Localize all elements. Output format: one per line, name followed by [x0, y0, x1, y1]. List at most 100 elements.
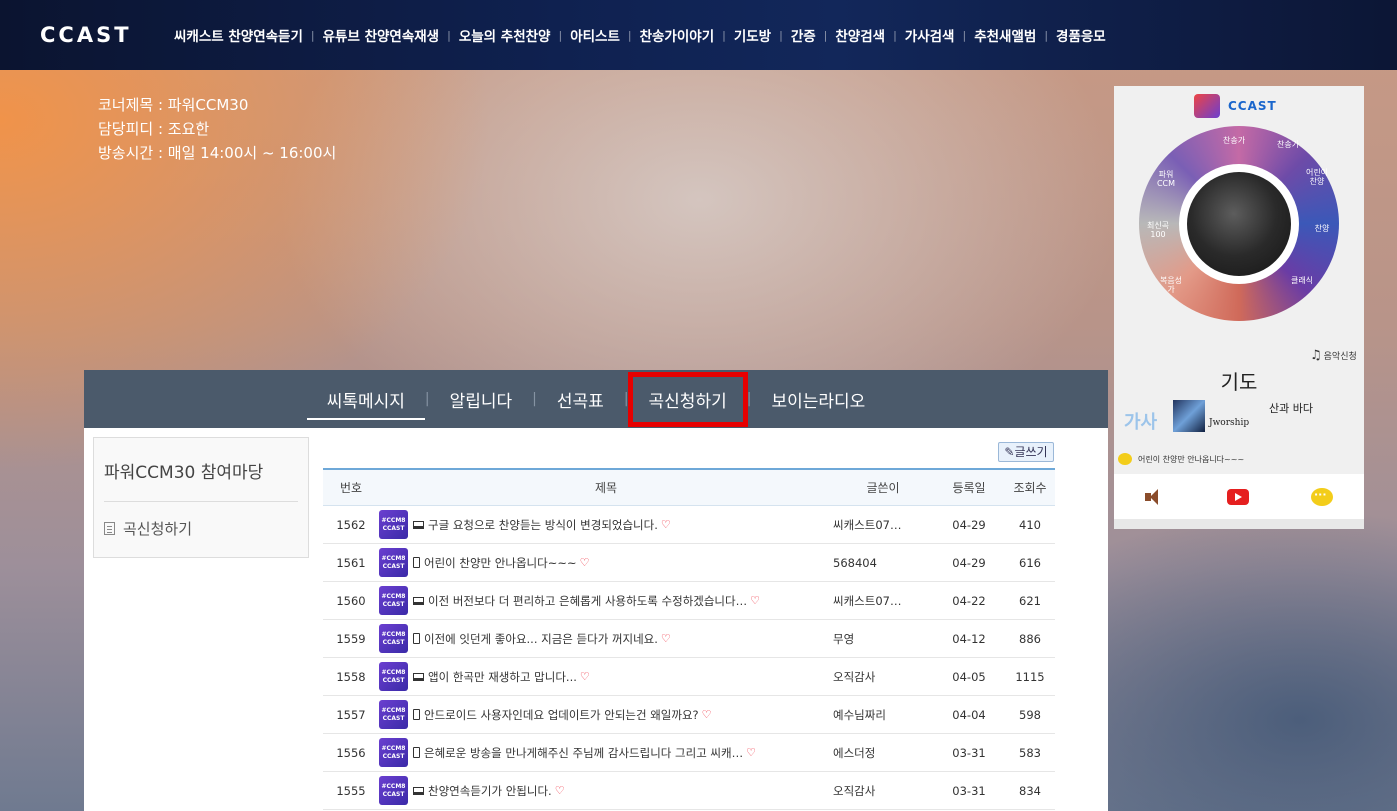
row-title-cell[interactable]: #CCM8 CCAST 어린이 찬양만 안나옵니다~~~ ♡	[379, 548, 833, 577]
nav-separator: |	[1044, 28, 1049, 42]
heart-icon: ♡	[746, 746, 756, 759]
app-icon	[1194, 94, 1220, 118]
row-title-cell[interactable]: #CCM8 CCAST 은혜로운 방송을 만나게해주신 주님께 감사드립니다 그리고…	[379, 738, 833, 767]
header-title: 제목	[594, 481, 618, 495]
youtube-icon[interactable]	[1227, 488, 1249, 505]
thumb-text: #CCM8	[381, 744, 406, 752]
table-row[interactable]: 1559 #CCM8 CCAST 이전에 잇던게 좋아요... 지금은 듣다가 꺼지네…	[323, 620, 1055, 658]
heart-icon: ♡	[750, 594, 760, 607]
table-row[interactable]: 1558 #CCM8 CCAST 앱이 한곡만 재생하고 맙니다... ♡ 오직감사 04-…	[323, 658, 1055, 696]
sidebar-item-song-request[interactable]: 곡신청하기	[104, 518, 298, 539]
board-table: 번호 제목 글쓴이 등록일 조회수 1562 #CCM8 CCAST 구글 요청으로 …	[323, 468, 1055, 810]
table-row[interactable]: 1555 #CCM8 CCAST 찬양연속듣기가 안됩니다. ♡ 오직감사 03-31 834	[323, 772, 1055, 810]
thumb-text: CCAST	[382, 714, 405, 722]
music-note-icon: ♫	[1310, 348, 1322, 363]
nav-item-today-recommend[interactable]: 오늘의 추천찬양	[459, 25, 551, 45]
artist-name: 산과 바다	[1269, 402, 1313, 415]
write-button[interactable]: ✎글쓰기	[998, 442, 1054, 462]
wheel-label[interactable]: 찬송가	[1223, 136, 1245, 145]
channel-wheel[interactable]: 찬송가 찬송가 어린이찬양 최신곡100 파워CCM 찬양 복음성가 클래식	[1139, 126, 1339, 321]
now-playing-disc[interactable]	[1179, 164, 1299, 284]
row-views: 834	[1019, 783, 1041, 798]
nav-item-song-search[interactable]: 찬양검색	[835, 25, 885, 45]
wheel-label[interactable]: 최신곡100	[1145, 221, 1171, 239]
nav-item-continuous-listen[interactable]: 씨캐스트 찬양연속듣기	[174, 25, 303, 45]
ccast-thumb-icon: #CCM8 CCAST	[379, 624, 408, 653]
tab-song-request[interactable]: 곡신청하기	[627, 371, 748, 427]
nav-item-youtube[interactable]: 유튜브 찬양연속재생	[323, 25, 439, 45]
row-title[interactable]: 앱이 한곡만 재생하고 맙니다...	[428, 669, 577, 685]
nav-item-testimony[interactable]: 간증	[791, 25, 816, 45]
row-title[interactable]: 안드로이드 사용자인데요 업데이트가 안되는건 왜일까요?	[424, 707, 699, 723]
lyrics-button[interactable]: 가사	[1124, 408, 1157, 434]
row-title[interactable]: 이전에 잇던게 좋아요... 지금은 듣다가 꺼지네요.	[424, 631, 658, 647]
player-logo-text: CCAST	[1228, 99, 1277, 113]
thumb-text: CCAST	[382, 676, 405, 684]
tab-separator: |	[623, 391, 629, 407]
table-row[interactable]: 1562 #CCM8 CCAST 구글 요청으로 찬양듣는 방식이 변경되었습니다. ♡…	[323, 506, 1055, 544]
row-no: 1562	[336, 517, 366, 532]
tab-playlist[interactable]: 선곡표	[537, 387, 624, 412]
header-views: 조회수	[1013, 481, 1047, 495]
table-row[interactable]: 1556 #CCM8 CCAST 은혜로운 방송을 만나게해주신 주님께 감사드립니다…	[323, 734, 1055, 772]
row-title-cell[interactable]: #CCM8 CCAST 이전에 잇던게 좋아요... 지금은 듣다가 꺼지네요. ♡	[379, 624, 833, 653]
corner-pd: 담당피디 : 조요한	[98, 120, 210, 138]
heart-icon: ♡	[660, 518, 671, 531]
mobile-icon	[413, 557, 420, 568]
thumb-text: CCAST	[382, 600, 405, 608]
mobile-icon	[413, 709, 420, 720]
row-title-cell[interactable]: #CCM8 CCAST 앱이 한곡만 재생하고 맙니다... ♡	[379, 662, 833, 691]
table-row[interactable]: 1557 #CCM8 CCAST 안드로이드 사용자인데요 업데이트가 안되는건 왜일…	[323, 696, 1055, 734]
wheel-label[interactable]: 찬송가	[1277, 140, 1299, 149]
wheel-label[interactable]: 찬양	[1309, 224, 1335, 233]
row-views: 886	[1019, 631, 1041, 646]
nav-item-new-album[interactable]: 추천새앨범	[974, 25, 1036, 45]
row-title-cell[interactable]: #CCM8 CCAST 찬양연속듣기가 안됩니다. ♡	[379, 776, 833, 805]
chat-bubble-icon	[1118, 453, 1132, 465]
site-logo[interactable]: CCAST	[40, 23, 162, 47]
tab-notice[interactable]: 알립니다	[430, 387, 533, 412]
row-date: 04-12	[952, 631, 986, 646]
row-writer: 씨캐스트07…	[833, 517, 902, 532]
table-row[interactable]: 1561 #CCM8 CCAST 어린이 찬양만 안나옵니다~~~ ♡ 568404 04-…	[323, 544, 1055, 582]
row-writer: 에스더정	[833, 745, 876, 760]
nav-item-lyrics-search[interactable]: 가사검색	[905, 25, 955, 45]
speaker-icon[interactable]	[1145, 488, 1165, 505]
nav-item-hymn-story[interactable]: 찬송가이야기	[640, 25, 715, 45]
row-views: 621	[1019, 593, 1041, 608]
row-title[interactable]: 이전 버전보다 더 편리하고 은혜롭게 사용하도록 수정하겠습니다…	[428, 593, 747, 609]
chat-icon[interactable]	[1311, 487, 1333, 506]
wheel-label[interactable]: 파워CCM	[1155, 170, 1177, 188]
album-art	[1187, 172, 1291, 276]
row-date: 04-04	[952, 707, 986, 722]
player-logo: CCAST	[1194, 94, 1277, 118]
wheel-label[interactable]: 어린이찬양	[1305, 168, 1329, 186]
row-title-cell[interactable]: #CCM8 CCAST 안드로이드 사용자인데요 업데이트가 안되는건 왜일까요? ♡	[379, 700, 833, 729]
music-request-button[interactable]: ♫ 음악신청	[1310, 348, 1357, 363]
thumb-text: CCAST	[382, 752, 405, 760]
nav-item-prayer-room[interactable]: 기도방	[734, 25, 771, 45]
nav-separator: |	[627, 28, 632, 42]
nav-item-prize[interactable]: 경품응모	[1056, 25, 1106, 45]
table-row[interactable]: 1560 #CCM8 CCAST 이전 버전보다 더 편리하고 은혜롭게 사용하도록 …	[323, 582, 1055, 620]
tab-message[interactable]: 씨톡메시지	[306, 387, 426, 420]
row-date: 04-29	[952, 555, 986, 570]
row-views: 616	[1019, 555, 1041, 570]
wheel-label[interactable]: 복음성가	[1159, 276, 1183, 294]
thumb-text: #CCM8	[381, 630, 406, 638]
row-title[interactable]: 찬양연속듣기가 안됩니다.	[428, 783, 552, 799]
row-title-cell[interactable]: #CCM8 CCAST 구글 요청으로 찬양듣는 방식이 변경되었습니다. ♡	[379, 510, 833, 539]
wheel-label[interactable]: 클래식	[1289, 276, 1315, 285]
mobile-icon	[413, 747, 420, 758]
nav-item-artist[interactable]: 아티스트	[570, 25, 620, 45]
row-title[interactable]: 어린이 찬양만 안나옵니다~~~	[424, 555, 577, 571]
nav-menu: 씨캐스트 찬양연속듣기 | 유튜브 찬양연속재생 | 오늘의 추천찬양 | 아티…	[174, 25, 1106, 46]
corner-info: 코너제목 : 파워CCM30 담당피디 : 조요한 방송시간 : 매일 14:0…	[98, 93, 336, 165]
row-title[interactable]: 구글 요청으로 찬양듣는 방식이 변경되었습니다.	[428, 517, 658, 533]
ccast-thumb-icon: #CCM8 CCAST	[379, 510, 408, 539]
ccast-thumb-icon: #CCM8 CCAST	[379, 776, 408, 805]
tab-visible-radio[interactable]: 보이는라디오	[751, 387, 885, 412]
row-title[interactable]: 은혜로운 방송을 만나게해주신 주님께 감사드립니다 그리고 씨캐…	[424, 745, 743, 761]
row-no: 1560	[336, 593, 366, 608]
row-title-cell[interactable]: #CCM8 CCAST 이전 버전보다 더 편리하고 은혜롭게 사용하도록 수정하겠…	[379, 586, 833, 615]
